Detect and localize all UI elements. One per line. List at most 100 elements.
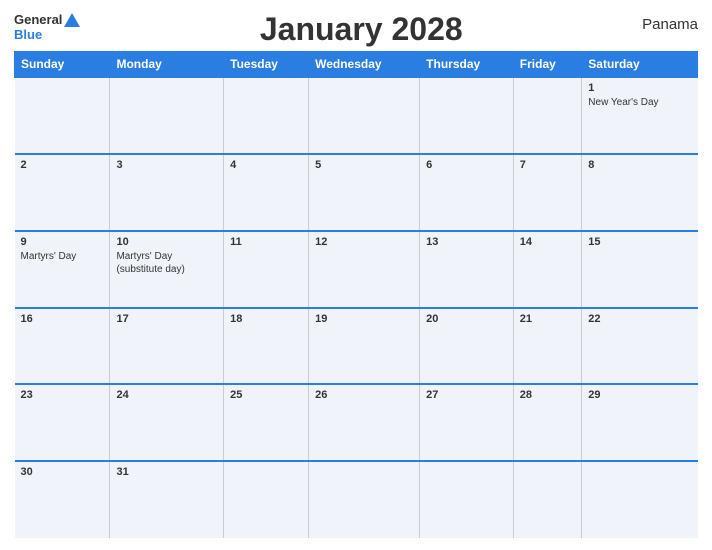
calendar-cell: 31 <box>110 461 224 538</box>
weekday-header-row: Sunday Monday Tuesday Wednesday Thursday… <box>15 52 698 78</box>
event-label: Martyrs' Day <box>116 251 172 262</box>
calendar-cell: 13 <box>420 231 514 308</box>
calendar-cell: 14 <box>513 231 581 308</box>
event-label: New Year's Day <box>588 97 658 108</box>
calendar-cell: 4 <box>224 154 309 231</box>
calendar-cell: 5 <box>309 154 420 231</box>
day-number: 10 <box>116 236 217 248</box>
calendar-cell <box>420 77 514 154</box>
calendar-cell: 17 <box>110 308 224 385</box>
header-saturday: Saturday <box>582 52 698 78</box>
calendar-week-row: 9 Martyrs' Day 10 Martyrs' Day (substitute d… <box>15 231 698 308</box>
day-number: 24 <box>116 389 217 401</box>
event-label: Martyrs' Day <box>21 251 77 262</box>
calendar-cell: 21 <box>513 308 581 385</box>
day-number: 9 <box>21 236 104 248</box>
day-number: 25 <box>230 389 302 401</box>
day-number: 14 <box>520 236 575 248</box>
calendar-cell: 16 <box>15 308 110 385</box>
header-friday: Friday <box>513 52 581 78</box>
header-tuesday: Tuesday <box>224 52 309 78</box>
calendar-cell: 19 <box>309 308 420 385</box>
day-number: 8 <box>588 159 691 171</box>
header-monday: Monday <box>110 52 224 78</box>
calendar-cell <box>309 461 420 538</box>
day-number: 15 <box>588 236 691 248</box>
header: General Blue January 2028 Panama <box>14 12 698 47</box>
calendar-cell: 9 Martyrs' Day <box>15 231 110 308</box>
day-number: 16 <box>21 313 104 325</box>
header-wednesday: Wednesday <box>309 52 420 78</box>
day-number: 23 <box>21 389 104 401</box>
calendar-week-row: 1 New Year's Day <box>15 77 698 154</box>
calendar-week-row: 16 17 18 19 20 21 22 <box>15 308 698 385</box>
calendar-week-row: 23 4 5 6 7 8 <box>15 154 698 231</box>
calendar-cell <box>420 461 514 538</box>
day-number: 20 <box>426 313 507 325</box>
calendar-cell: 28 <box>513 384 581 461</box>
calendar-cell: 15 <box>582 231 698 308</box>
calendar-cell: 7 <box>513 154 581 231</box>
calendar-cell: 8 <box>582 154 698 231</box>
day-number: 2 <box>21 159 104 171</box>
day-number: 17 <box>116 313 217 325</box>
calendar-cell: 30 <box>15 461 110 538</box>
calendar-cell: 26 <box>309 384 420 461</box>
calendar-title: January 2028 <box>80 12 642 47</box>
calendar-cell: 11 <box>224 231 309 308</box>
logo-triangle-icon <box>64 13 80 27</box>
calendar-cell: 18 <box>224 308 309 385</box>
day-number: 6 <box>426 159 507 171</box>
day-number: 3 <box>116 159 217 171</box>
day-number: 19 <box>315 313 413 325</box>
calendar-cell: 22 <box>582 308 698 385</box>
calendar-week-row: 30 31 <box>15 461 698 538</box>
calendar-cell: 27 <box>420 384 514 461</box>
day-number: 22 <box>588 313 691 325</box>
day-number: 12 <box>315 236 413 248</box>
day-number: 7 <box>520 159 575 171</box>
day-number: 31 <box>116 466 217 478</box>
calendar-cell: 1 New Year's Day <box>582 77 698 154</box>
calendar-cell <box>15 77 110 154</box>
day-number: 13 <box>426 236 507 248</box>
calendar-cell: 29 <box>582 384 698 461</box>
header-sunday: Sunday <box>15 52 110 78</box>
title-area: January 2028 <box>80 12 642 47</box>
calendar-page: General Blue January 2028 Panama Sunday … <box>0 0 712 550</box>
event-label: (substitute day) <box>116 264 184 275</box>
calendar-cell: 6 <box>420 154 514 231</box>
day-number: 29 <box>588 389 691 401</box>
day-number: 5 <box>315 159 413 171</box>
calendar-cell <box>513 77 581 154</box>
calendar-cell <box>309 77 420 154</box>
day-number: 1 <box>588 82 691 94</box>
calendar-cell <box>224 77 309 154</box>
day-number: 21 <box>520 313 575 325</box>
day-number: 26 <box>315 389 413 401</box>
calendar-cell: 2 <box>15 154 110 231</box>
day-number: 28 <box>520 389 575 401</box>
logo: General Blue <box>14 12 80 42</box>
day-number: 11 <box>230 236 302 248</box>
day-number: 4 <box>230 159 302 171</box>
header-thursday: Thursday <box>420 52 514 78</box>
calendar-week-row: 23 24 25 26 27 28 29 <box>15 384 698 461</box>
calendar-cell: 23 <box>15 384 110 461</box>
calendar-cell <box>224 461 309 538</box>
day-number: 27 <box>426 389 507 401</box>
logo-general-text: General <box>14 12 62 27</box>
day-number: 30 <box>21 466 104 478</box>
calendar-cell: 20 <box>420 308 514 385</box>
calendar-cell: 3 <box>110 154 224 231</box>
country-label: Panama <box>642 12 698 33</box>
calendar-cell <box>582 461 698 538</box>
calendar-table: Sunday Monday Tuesday Wednesday Thursday… <box>14 51 698 538</box>
calendar-cell: 24 <box>110 384 224 461</box>
day-number: 18 <box>230 313 302 325</box>
calendar-cell <box>513 461 581 538</box>
calendar-cell <box>110 77 224 154</box>
calendar-cell: 25 <box>224 384 309 461</box>
calendar-cell: 10 Martyrs' Day (substitute day) <box>110 231 224 308</box>
logo-blue-text: Blue <box>14 27 42 42</box>
